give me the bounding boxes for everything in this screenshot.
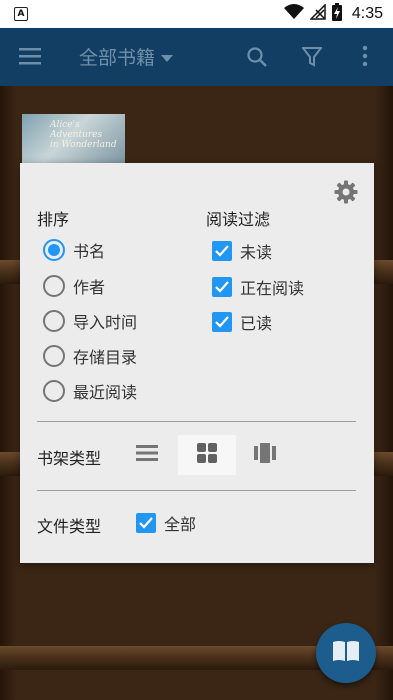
radio-button[interactable]: [43, 239, 65, 261]
file-type-all-option[interactable]: 全部: [136, 511, 196, 535]
app-notification-icon: A: [14, 7, 28, 21]
radio-button[interactable]: [43, 310, 65, 332]
grid-layout-button[interactable]: [178, 435, 236, 475]
gear-icon[interactable]: [334, 180, 358, 208]
list-layout-button[interactable]: [118, 435, 176, 475]
status-bar: A 4:35: [0, 0, 393, 28]
radio-button[interactable]: [43, 380, 65, 402]
read-filter-section-title: 阅读过滤: [206, 210, 271, 229]
book-cover[interactable]: Alice's Adventures in Wonderland: [22, 114, 125, 164]
radio-button[interactable]: [43, 345, 65, 367]
grid-icon: [197, 443, 217, 467]
signal-icon: [309, 3, 326, 24]
sort-option-title[interactable]: 书名: [43, 238, 105, 262]
shelf-type-label: 书架类型: [37, 449, 102, 468]
checkbox-checked[interactable]: [212, 241, 232, 261]
checkbox-checked[interactable]: [212, 312, 232, 332]
sort-option-storage-dir[interactable]: 存储目录: [43, 344, 137, 368]
list-icon: [136, 444, 158, 466]
bookshelf-filter-dropdown[interactable]: 全部书籍: [79, 43, 174, 70]
file-type-label: 文件类型: [37, 517, 102, 536]
battery-charging-icon: [331, 3, 342, 25]
more-options-icon[interactable]: [362, 45, 368, 67]
sort-option-import-time[interactable]: 导入时间: [43, 309, 137, 333]
cover-icon: [254, 443, 276, 467]
book-icon: [332, 639, 360, 667]
sort-section-title: 排序: [37, 210, 70, 229]
wifi-icon: [283, 4, 304, 24]
sort-option-recent-read[interactable]: 最近阅读: [43, 379, 137, 403]
search-icon[interactable]: [246, 46, 268, 68]
checkbox-checked[interactable]: [136, 513, 156, 533]
filter-option-read[interactable]: 已读: [212, 310, 272, 334]
cover-layout-button[interactable]: [236, 435, 294, 475]
clock: 4:35: [351, 5, 383, 22]
menu-icon[interactable]: [19, 47, 41, 65]
sort-option-author[interactable]: 作者: [43, 274, 105, 298]
open-book-fab[interactable]: [316, 623, 376, 683]
dropdown-arrow-icon: [161, 46, 174, 68]
checkbox-checked[interactable]: [212, 277, 232, 297]
bookshelf-options-dialog: 排序 书名 作者 导入时间 存储目录 最近阅读 阅读过滤 未读 正在阅读 已读: [20, 163, 374, 563]
filter-option-unread[interactable]: 未读: [212, 239, 272, 263]
filter-icon[interactable]: [302, 46, 322, 68]
filter-option-reading[interactable]: 正在阅读: [212, 275, 304, 299]
toolbar-title: 全部书籍: [79, 47, 156, 69]
divider: [37, 490, 356, 491]
divider: [37, 421, 356, 422]
app-toolbar: 全部书籍: [0, 28, 393, 86]
radio-button[interactable]: [43, 275, 65, 297]
